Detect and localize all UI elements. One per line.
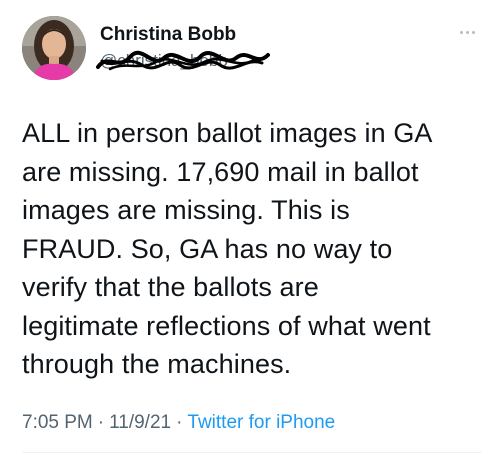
more-options-button[interactable] xyxy=(452,22,482,42)
tweet-metadata: 7:05 PM · 11/9/21 · Twitter for iPhone xyxy=(22,412,335,434)
handle-container[interactable]: @christina_bobb xyxy=(96,49,270,75)
tweet-time[interactable]: 7:05 PM xyxy=(22,412,93,433)
meta-separator: · xyxy=(176,412,183,433)
meta-separator: · xyxy=(97,412,105,433)
avatar[interactable] xyxy=(22,16,86,80)
display-name[interactable]: Christina Bobb xyxy=(100,24,236,46)
tweet-source-link[interactable]: Twitter for iPhone xyxy=(187,412,335,433)
ellipsis-icon-dot xyxy=(465,30,469,34)
avatar-image xyxy=(22,16,86,80)
tweet-text: ALL in person ballot images in GA are mi… xyxy=(22,118,433,379)
ellipsis-icon-dot xyxy=(471,30,475,34)
redaction-scribble xyxy=(96,50,270,71)
tweet-date[interactable]: 11/9/21 xyxy=(109,412,171,433)
ellipsis-icon xyxy=(459,30,463,34)
tweet-card: Christina Bobb @christina_bobb ALL in pe… xyxy=(0,0,500,457)
divider xyxy=(22,452,482,453)
